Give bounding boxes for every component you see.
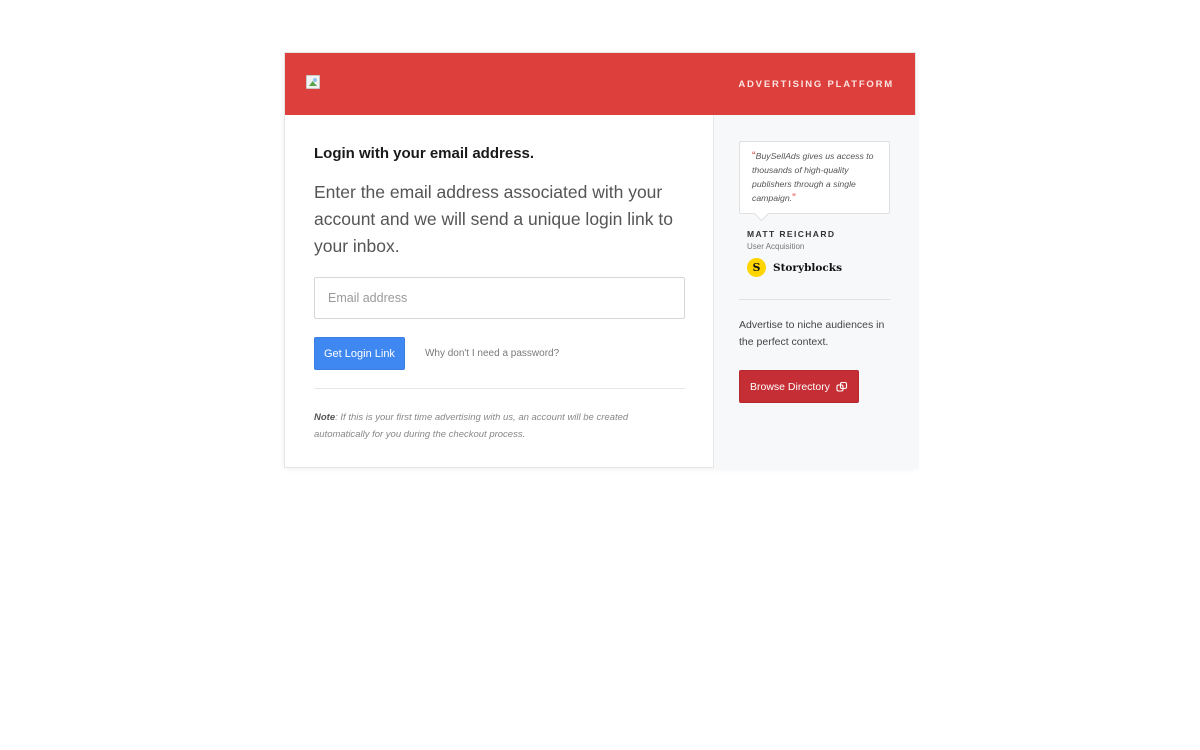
quote-text: BuySellAds gives us access to thousands … — [752, 151, 874, 203]
author-role: User Acquisition — [747, 242, 805, 251]
email-input[interactable] — [314, 277, 685, 319]
divider — [314, 388, 685, 389]
brand-name: Storyblocks — [773, 261, 842, 274]
platform-label: ADVERTISING PLATFORM — [738, 78, 894, 90]
browse-directory-label: Browse Directory — [750, 380, 830, 393]
login-card: ADVERTISING PLATFORM Login with your ema… — [284, 52, 919, 468]
login-panel: Login with your email address. Enter the… — [285, 115, 714, 468]
login-description: Enter the email address associated with … — [314, 182, 673, 256]
login-actions: Get Login Link Why don't I need a passwo… — [314, 337, 684, 370]
brand-logo: S Storyblocks — [747, 258, 894, 277]
external-link-icon — [836, 381, 847, 392]
testimonial-quote: “BuySellAds gives us access to thousands… — [739, 141, 890, 214]
quote-close-icon: ” — [792, 192, 796, 204]
testimonial-panel: “BuySellAds gives us access to thousands… — [714, 115, 919, 468]
card-body: Login with your email address. Enter the… — [285, 115, 919, 468]
advertise-text: Advertise to niche audiences in the perf… — [739, 319, 885, 348]
why-no-password-link[interactable]: Why don't I need a password? — [425, 348, 559, 359]
note-text: Note: If this is your first time adverti… — [314, 409, 654, 443]
login-heading: Login with your email address. — [314, 145, 535, 162]
broken-image-icon[interactable] — [306, 75, 320, 89]
sidebar-divider — [739, 299, 890, 300]
note-body: : If this is your first time advertising… — [314, 412, 629, 440]
author-name: MATT REICHARD — [747, 229, 836, 239]
header-bar: ADVERTISING PLATFORM — [285, 53, 915, 115]
storyblocks-icon: S — [747, 258, 766, 277]
note-label: Note — [314, 412, 336, 423]
browse-directory-button[interactable]: Browse Directory — [739, 370, 859, 403]
get-login-link-button[interactable]: Get Login Link — [314, 337, 405, 370]
